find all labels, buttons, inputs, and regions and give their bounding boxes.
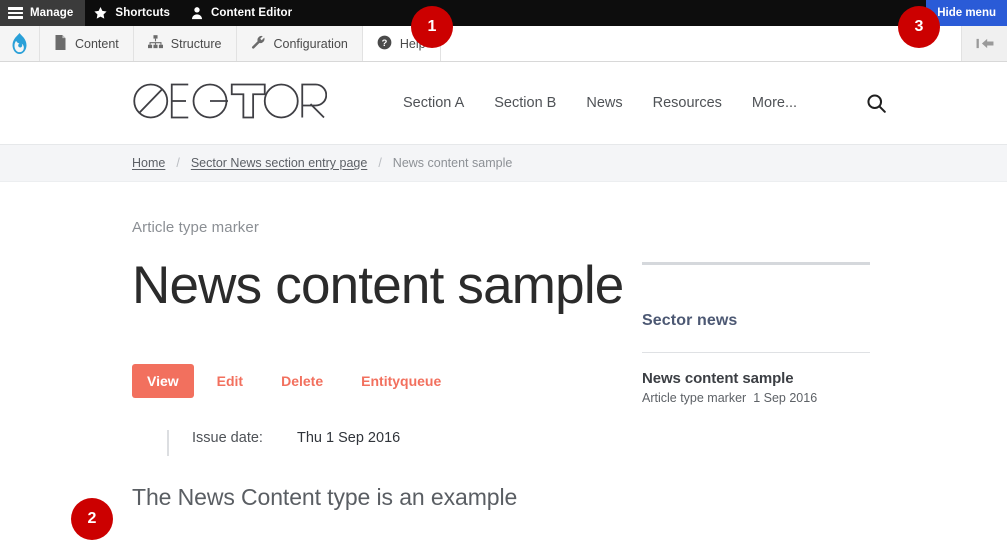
- nav-link-news[interactable]: News: [586, 95, 622, 111]
- sidebar-heading: Sector news: [642, 312, 738, 329]
- list-item[interactable]: News content sample Article type marker 1…: [642, 370, 872, 405]
- sidebar-top-rule: [642, 262, 870, 265]
- collapse-left-icon[interactable]: [961, 26, 1007, 61]
- svg-text:?: ?: [382, 37, 388, 47]
- main-content-column: Article type marker News content sample …: [132, 182, 642, 514]
- admin-menu-configuration-label: Configuration: [273, 36, 348, 51]
- site-header: Section A Section B News Resources More.…: [0, 62, 1007, 144]
- admin-menu-configuration[interactable]: Configuration: [236, 26, 363, 61]
- hide-menu-button[interactable]: Hide menu: [926, 0, 1007, 26]
- admin-menu-help[interactable]: ? Help: [362, 26, 441, 61]
- article-body-text: The News Content type is an example: [132, 483, 518, 510]
- field-issue-date-label: Issue date:: [192, 429, 263, 446]
- sidebar-column: Sector news News content sample Article …: [642, 182, 872, 514]
- field-issue-date-value: Thu 1 Sep 2016: [297, 429, 401, 446]
- tab-edit[interactable]: Edit: [202, 364, 258, 398]
- sidebar-item-type: Article type marker: [642, 391, 747, 405]
- document-icon: [54, 34, 67, 53]
- site-logo[interactable]: [132, 79, 328, 128]
- admin-menu-structure[interactable]: Structure: [133, 26, 237, 61]
- admin-tab-content-editor[interactable]: Content Editor: [182, 0, 304, 26]
- breadcrumb-item-current: News content sample: [392, 156, 513, 170]
- breadcrumb-item-section[interactable]: Sector News section entry page: [191, 156, 367, 170]
- search-icon[interactable]: [866, 93, 887, 114]
- admin-tab-manage-label: Manage: [30, 7, 74, 19]
- sitemap-icon: [147, 35, 163, 52]
- admin-tab-content-editor-label: Content Editor: [211, 7, 293, 19]
- admin-menu-content-label: Content: [75, 36, 119, 51]
- tab-entityqueue[interactable]: Entityqueue: [346, 364, 456, 398]
- person-icon: [190, 6, 204, 20]
- article-kicker: Article type marker: [132, 219, 259, 236]
- admin-tab-shortcuts[interactable]: Shortcuts: [85, 0, 182, 26]
- tab-delete[interactable]: Delete: [266, 364, 338, 398]
- question-circle-icon: ?: [377, 35, 392, 53]
- tab-view[interactable]: View: [132, 363, 194, 398]
- admin-tray-spacer: [440, 26, 961, 61]
- annotation-badge-2: 2: [71, 498, 113, 540]
- admin-toolbar-bar: Manage Shortcuts Content Editor Hide men…: [0, 0, 1007, 26]
- drupal-drop-icon[interactable]: [0, 26, 40, 61]
- primary-navigation: Section A Section B News Resources More.…: [403, 95, 797, 111]
- local-tasks-tabs: View Edit Delete Entityqueue: [132, 363, 642, 398]
- admin-tab-manage[interactable]: Manage: [0, 0, 86, 26]
- nav-link-resources[interactable]: Resources: [653, 95, 722, 111]
- field-issue-date: Issue date: Thu 1 Sep 2016: [167, 429, 642, 456]
- admin-tab-shortcuts-label: Shortcuts: [115, 7, 170, 19]
- page-title: News content sample: [132, 256, 624, 315]
- breadcrumb: Home / Sector News section entry page / …: [0, 144, 1007, 182]
- sidebar-heading-rule: [642, 352, 870, 353]
- nav-link-more[interactable]: More...: [752, 95, 797, 111]
- breadcrumb-separator: /: [176, 156, 180, 170]
- sidebar-item-date: 1 Sep 2016: [753, 391, 818, 405]
- nav-link-section-a[interactable]: Section A: [403, 95, 464, 111]
- breadcrumb-item-home[interactable]: Home: [132, 156, 165, 170]
- sidebar-item-title: News content sample: [642, 370, 794, 387]
- page-body: Article type marker News content sample …: [0, 182, 1007, 540]
- nav-link-section-b[interactable]: Section B: [494, 95, 556, 111]
- admin-toolbar-tray: Content Structure Configuration ? Help: [0, 26, 1007, 62]
- star-icon: [93, 6, 108, 20]
- sidebar-item-meta: Article type marker 1 Sep 2016: [642, 391, 872, 405]
- admin-menu-content[interactable]: Content: [40, 26, 134, 61]
- admin-menu-structure-label: Structure: [170, 36, 222, 51]
- hamburger-icon: [8, 7, 23, 19]
- breadcrumb-separator: /: [378, 156, 382, 170]
- admin-menu-help-label: Help: [399, 36, 426, 51]
- wrench-icon: [251, 35, 266, 53]
